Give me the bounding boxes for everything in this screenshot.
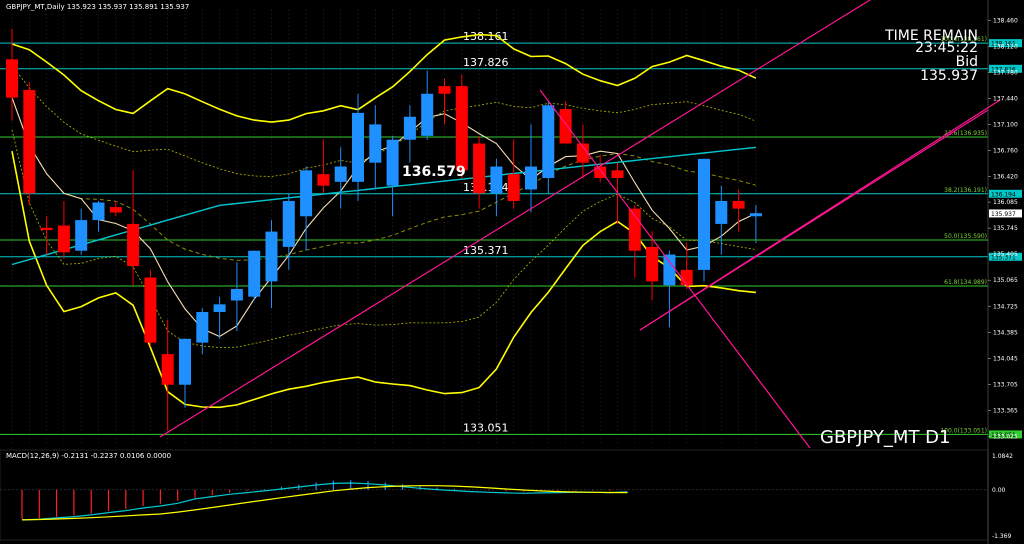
chart-watermark: GBPJPY_MT D1: [820, 427, 950, 448]
axis-tick-label: 137.780: [993, 69, 1018, 76]
bull-candle: [213, 304, 226, 312]
bear-candle: [144, 277, 157, 343]
bear-candle: [680, 269, 693, 286]
bull-candle: [230, 289, 243, 301]
bull-candle: [386, 139, 399, 186]
bull-candle: [92, 202, 105, 221]
bear-candle: [161, 354, 174, 385]
fib-label: 50.0(135.590): [944, 233, 987, 240]
bull-candle: [248, 250, 261, 297]
bear-candle: [6, 59, 18, 98]
bull-candle: [525, 166, 537, 190]
axis-tick-label: 134.725: [993, 303, 1018, 310]
level-label: 138.161: [463, 30, 509, 43]
axis-tick-label: 137.440: [993, 95, 1018, 102]
price-tag-text: 136.194: [991, 191, 1016, 198]
bear-candle: [611, 170, 624, 178]
bull-candle: [352, 112, 364, 182]
axis-tick-label: 135.065: [993, 277, 1018, 284]
macd-panel: 1.0842 0.00 -1.369: [0, 449, 1013, 541]
bear-candle: [646, 246, 659, 282]
bear-candle: [317, 174, 330, 186]
bull-candle: [282, 200, 295, 247]
axis-tick-label: 136.760: [993, 147, 1018, 154]
price-chart: 138.161 100.0(138.161)138.161137.826137.8…: [0, 0, 1024, 544]
axis-tick-label: 135.405: [993, 251, 1018, 258]
bull-candle: [542, 105, 555, 178]
macd-axis-tick: 1.0842: [992, 453, 1013, 460]
level-label: 137.826: [463, 56, 509, 69]
bear-candle: [473, 143, 486, 194]
axis-tick-label: 133.705: [993, 381, 1018, 388]
bull-candle: [715, 200, 728, 224]
axis-tick-label: 134.045: [993, 355, 1018, 362]
macd-label: MACD(12,26,9) -0.2131 -0.2237 0.0106 0.0…: [6, 452, 171, 460]
highlight-price: 136.579: [402, 164, 466, 180]
symbol-header: GBPJPY_MT,Daily 135.923 135.937 135.891 …: [6, 3, 189, 11]
bull-candle: [75, 220, 88, 251]
bull-candle: [196, 311, 209, 343]
axis-tick-label: 133.025: [993, 433, 1018, 440]
bull-candle: [265, 231, 278, 282]
bear-candle: [507, 174, 520, 201]
bull-candle: [403, 116, 416, 140]
fib-label: 61.8(134.989): [944, 279, 987, 286]
axis-tick-label: 136.420: [993, 173, 1018, 180]
bear-candle: [732, 200, 745, 209]
fib-label: 38.2(136.191): [944, 187, 987, 194]
axis-tick-label: 138.460: [993, 17, 1018, 24]
bear-candle: [23, 89, 36, 194]
bull-candle: [663, 254, 676, 286]
bear-candle: [455, 86, 468, 171]
axis-tick-label: 134.385: [993, 329, 1018, 336]
bull-candle: [698, 158, 710, 270]
bull-candle: [490, 166, 503, 194]
bull-candle: [749, 213, 762, 217]
bull-candle: [369, 124, 382, 163]
bull-candle: [179, 338, 191, 385]
bear-candle: [57, 225, 70, 253]
bull-candle: [421, 93, 434, 136]
bid-tag-text: 135.937: [991, 211, 1016, 218]
bear-candle: [109, 207, 122, 213]
axis-tick-label: 133.365: [993, 407, 1018, 414]
bear-candle: [559, 109, 572, 144]
bid-value: 135.937: [920, 68, 978, 84]
axis-tick-label: 136.085: [993, 199, 1018, 206]
macd-axis-tick: 0.00: [992, 487, 1006, 494]
bear-candle: [438, 86, 451, 94]
bear-candle: [40, 227, 53, 231]
macd-frame: [0, 449, 989, 541]
axis-tick-label: 138.120: [993, 43, 1018, 50]
axis-tick-label: 137.100: [993, 121, 1018, 128]
bull-candle: [300, 170, 313, 217]
level-label: 133.051: [463, 421, 509, 434]
axis-tick-label: 135.745: [993, 225, 1018, 232]
macd-axis-tick: -1.369: [992, 533, 1012, 540]
bear-candle: [127, 223, 140, 267]
bull-candle: [334, 166, 347, 182]
